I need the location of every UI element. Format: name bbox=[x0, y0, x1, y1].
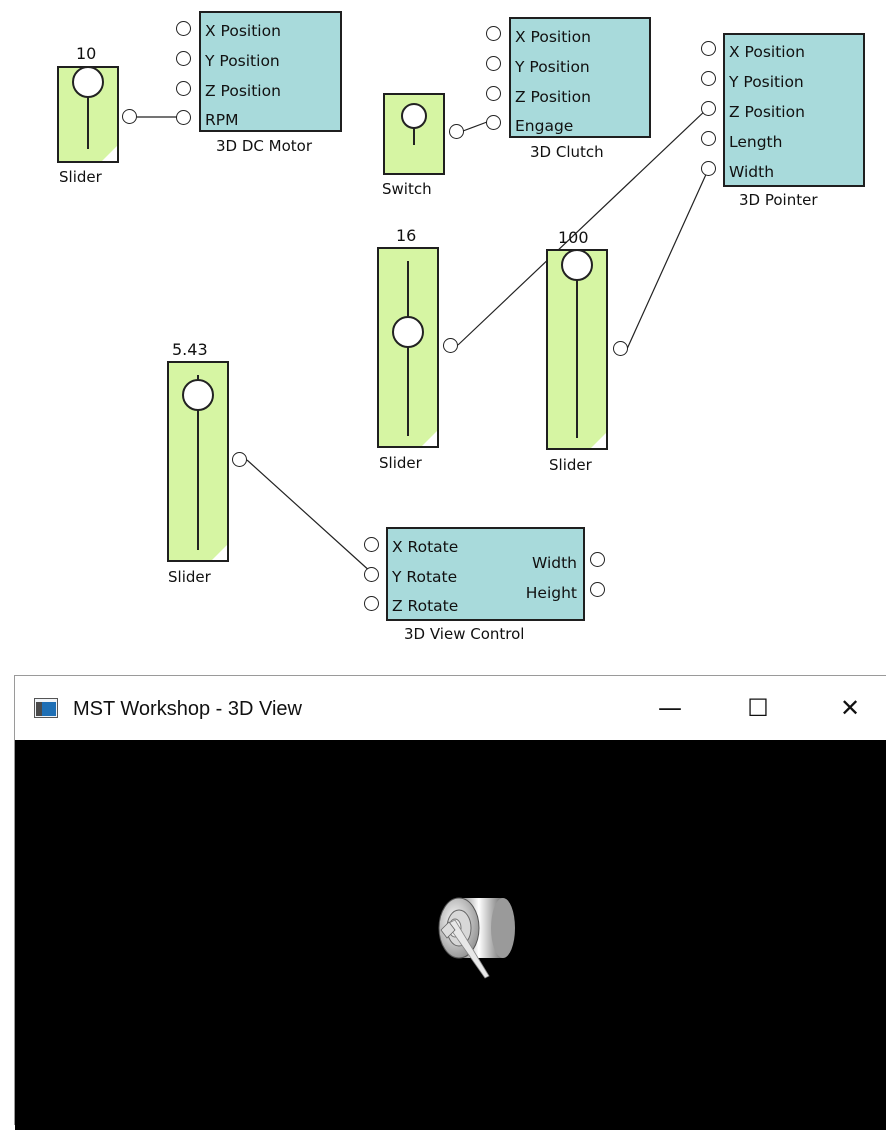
slider-4-resize-corner[interactable] bbox=[212, 545, 227, 560]
slider-2-knob[interactable] bbox=[392, 316, 424, 348]
view-control-input-z-rotate: Z Rotate bbox=[392, 597, 459, 615]
clutch-port-x[interactable] bbox=[486, 26, 501, 41]
slider-1-resize-corner[interactable] bbox=[102, 146, 117, 161]
view-control-port-width[interactable] bbox=[590, 552, 605, 567]
pointer-port-z[interactable] bbox=[701, 101, 716, 116]
clutch-port-engage[interactable] bbox=[486, 115, 501, 130]
pointer-input-width: Width bbox=[729, 163, 775, 181]
dc-motor-input-rpm: RPM bbox=[205, 111, 239, 129]
slider-3-value: 100 bbox=[558, 228, 589, 247]
clutch-port-z[interactable] bbox=[486, 86, 501, 101]
dc-motor-input-z: Z Position bbox=[205, 82, 281, 100]
dc-motor-port-x[interactable] bbox=[176, 21, 191, 36]
close-button[interactable]: ✕ bbox=[820, 684, 880, 732]
dc-motor-input-y: Y Position bbox=[205, 52, 280, 70]
pointer-input-y: Y Position bbox=[729, 73, 804, 91]
slider-2-output-port[interactable] bbox=[443, 338, 458, 353]
window-titlebar[interactable]: MST Workshop - 3D View — ☐ ✕ bbox=[15, 676, 886, 740]
dc-motor-port-z[interactable] bbox=[176, 81, 191, 96]
view-control-port-height[interactable] bbox=[590, 582, 605, 597]
window-title: MST Workshop - 3D View bbox=[73, 698, 302, 720]
switch-knob[interactable] bbox=[401, 103, 427, 129]
slider-1[interactable] bbox=[57, 66, 119, 163]
slider-3-resize-corner[interactable] bbox=[591, 433, 606, 448]
view-control-port-z-rotate[interactable] bbox=[364, 596, 379, 611]
view-control-caption: 3D View Control bbox=[404, 625, 525, 643]
view-control-port-y-rotate[interactable] bbox=[364, 567, 379, 582]
clutch-block[interactable]: X Position Y Position Z Position Engage bbox=[509, 17, 651, 138]
clutch-caption: 3D Clutch bbox=[530, 143, 604, 161]
wire-slider543-yrotate bbox=[246, 459, 373, 574]
view-control-input-y-rotate: Y Rotate bbox=[392, 568, 458, 586]
clutch-input-y: Y Position bbox=[515, 58, 590, 76]
slider-4[interactable] bbox=[167, 361, 229, 562]
dc-motor-input-x: X Position bbox=[205, 22, 281, 40]
slider-2-track bbox=[407, 261, 409, 436]
slider-3-knob[interactable] bbox=[561, 249, 593, 281]
slider-4-value: 5.43 bbox=[172, 340, 208, 359]
dc-motor-caption: 3D DC Motor bbox=[216, 137, 312, 155]
3d-view-window[interactable]: MST Workshop - 3D View — ☐ ✕ bbox=[14, 675, 886, 1130]
pointer-caption: 3D Pointer bbox=[739, 191, 818, 209]
view-control-output-height: Height bbox=[525, 584, 577, 602]
view-control-port-x-rotate[interactable] bbox=[364, 537, 379, 552]
wire-switch-engage bbox=[462, 121, 488, 132]
slider-2-caption: Slider bbox=[379, 454, 422, 472]
pointer-port-length[interactable] bbox=[701, 131, 716, 146]
pointer-port-width[interactable] bbox=[701, 161, 716, 176]
slider-1-value: 10 bbox=[76, 44, 97, 63]
slider-3-output-port[interactable] bbox=[613, 341, 628, 356]
wire-slider100-width bbox=[626, 169, 709, 350]
slider-1-output-port[interactable] bbox=[122, 109, 137, 124]
switch-caption: Switch bbox=[382, 180, 432, 198]
maximize-button[interactable]: ☐ bbox=[728, 684, 788, 732]
dc-motor-port-y[interactable] bbox=[176, 51, 191, 66]
view-control-output-width: Width bbox=[531, 554, 577, 572]
switch-block[interactable] bbox=[383, 93, 445, 175]
pointer-port-x[interactable] bbox=[701, 41, 716, 56]
pointer-input-z: Z Position bbox=[729, 103, 805, 121]
pointer-input-length: Length bbox=[729, 133, 783, 151]
slider-2[interactable] bbox=[377, 247, 439, 448]
clutch-port-y[interactable] bbox=[486, 56, 501, 71]
slider-1-caption: Slider bbox=[59, 168, 102, 186]
app-icon bbox=[34, 698, 58, 718]
3d-motor-model bbox=[438, 897, 515, 979]
slider-3-caption: Slider bbox=[549, 456, 592, 474]
switch-output-port[interactable] bbox=[449, 124, 464, 139]
slider-2-resize-corner[interactable] bbox=[422, 431, 437, 446]
clutch-input-z: Z Position bbox=[515, 88, 591, 106]
pointer-block[interactable]: X Position Y Position Z Position Length … bbox=[723, 33, 865, 187]
slider-3-track bbox=[576, 263, 578, 438]
slider-4-output-port[interactable] bbox=[232, 452, 247, 467]
minimize-button[interactable]: — bbox=[640, 684, 700, 732]
dc-motor-port-rpm[interactable] bbox=[176, 110, 191, 125]
view-control-input-x-rotate: X Rotate bbox=[392, 538, 459, 556]
slider-4-knob[interactable] bbox=[182, 379, 214, 411]
view-control-block[interactable]: X Rotate Y Rotate Z Rotate Width Height bbox=[386, 527, 585, 621]
slider-1-knob[interactable] bbox=[72, 66, 104, 98]
pointer-port-y[interactable] bbox=[701, 71, 716, 86]
slider-4-caption: Slider bbox=[168, 568, 211, 586]
slider-2-value: 16 bbox=[396, 226, 417, 245]
pointer-input-x: X Position bbox=[729, 43, 805, 61]
3d-canvas[interactable] bbox=[15, 740, 886, 1130]
clutch-input-x: X Position bbox=[515, 28, 591, 46]
dc-motor-block[interactable]: X Position Y Position Z Position RPM bbox=[199, 11, 342, 132]
clutch-input-engage: Engage bbox=[515, 117, 574, 135]
slider-3[interactable] bbox=[546, 249, 608, 450]
